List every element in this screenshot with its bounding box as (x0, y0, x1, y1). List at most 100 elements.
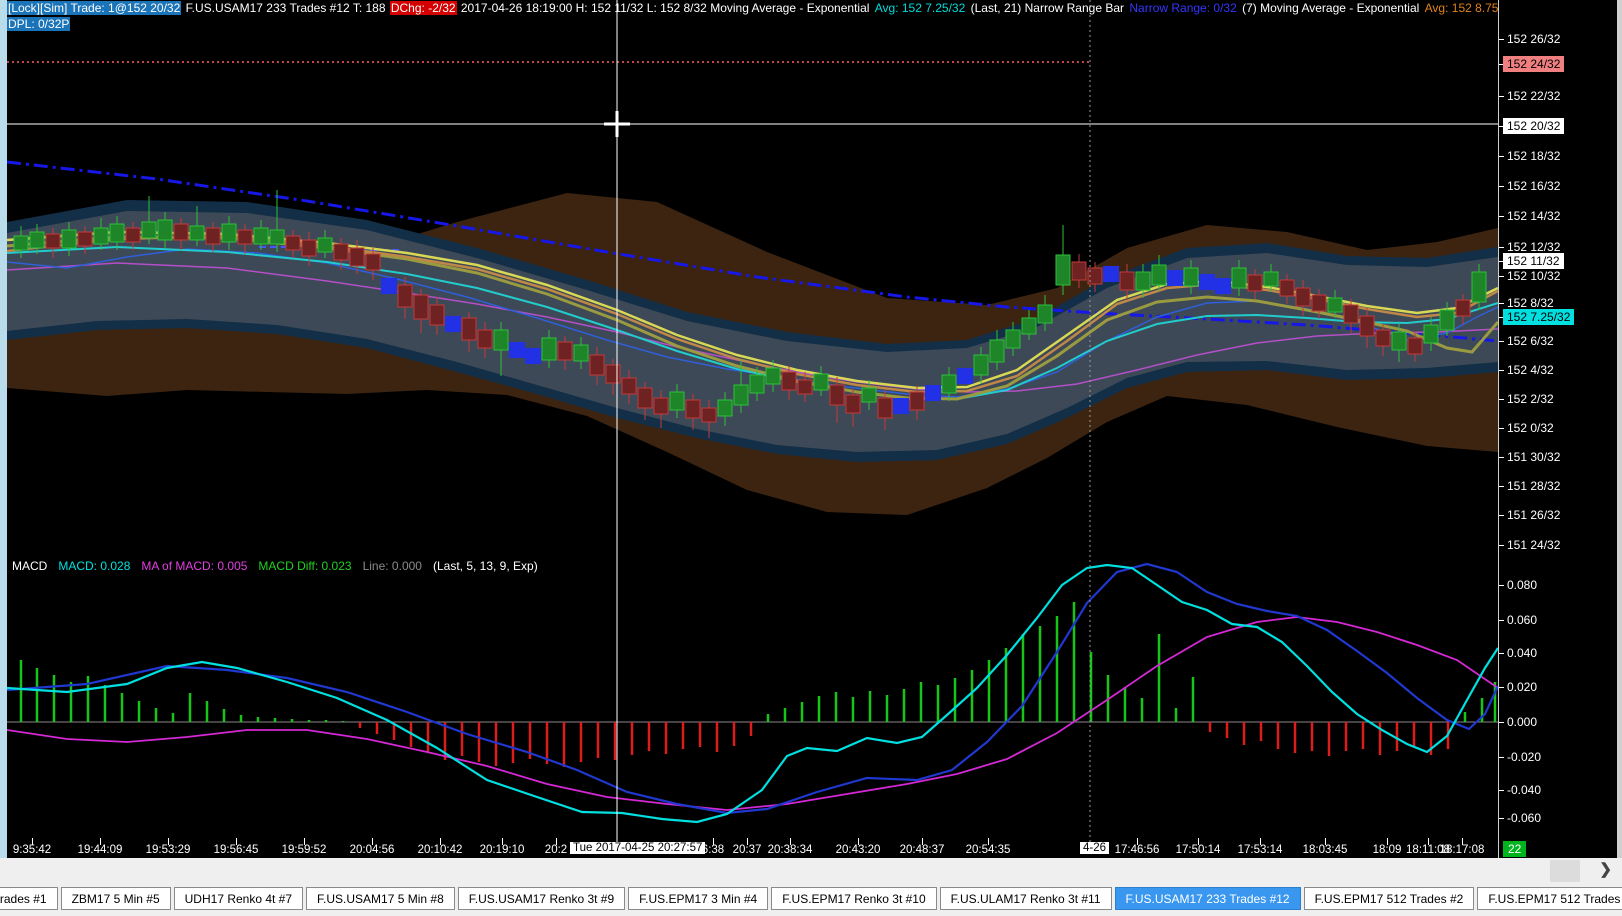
chart-tab[interactable]: F.US.ULAM17 Renko 3t #11 (939, 887, 1112, 910)
bar-count-badge: 22 (1503, 841, 1527, 857)
header-segment: Avg: 152 7.25/32 (874, 1, 966, 15)
candle-up (973, 354, 989, 376)
chart-tab[interactable]: Trades #1 (0, 887, 58, 910)
price-axis-label: 0.000 (1507, 715, 1538, 729)
header-segment: F.US.USAM17 233 Trades #12 T: 188 (182, 1, 389, 15)
candle-down (829, 384, 845, 406)
candle-up (717, 399, 733, 417)
price-axis-tick (1499, 457, 1504, 458)
time-axis-label: 18:09 (1372, 844, 1402, 856)
candle-down (845, 394, 861, 414)
candle-up (1327, 297, 1343, 313)
chart-tab[interactable]: F.US.USAM17 233 Trades #12 (1114, 887, 1301, 910)
candle-up (157, 219, 173, 241)
price-axis-tick (1499, 722, 1504, 723)
candle-up (1037, 304, 1053, 324)
candle-down (557, 341, 573, 361)
price-axis-tick (1499, 39, 1504, 40)
scrollbar-thumb[interactable] (1550, 860, 1580, 882)
price-axis-label: 0.020 (1507, 680, 1538, 694)
price-axis-tick (1499, 428, 1504, 429)
trading-platform-window: [Lock][Sim] Trade: 1@152 20/32 F.US.USAM… (0, 0, 1622, 916)
scroll-right-icon[interactable]: ❯ (1599, 860, 1612, 878)
price-axis-tick (1499, 216, 1504, 217)
chart-tab[interactable]: F.US.EPM17 512 Trades #2 (1303, 887, 1475, 910)
macd-label-segment: Line: 0.000 (362, 559, 422, 573)
candle-down (1359, 315, 1375, 337)
time-axis-label: 20:43:20 (835, 844, 881, 856)
price-axis-tick (1499, 515, 1504, 516)
chart-canvas[interactable] (7, 0, 1498, 845)
candle-down (173, 223, 189, 241)
candle-down (605, 364, 621, 384)
paintbar-blue (925, 385, 941, 401)
price-axis-label: 152 16/32 (1507, 179, 1561, 193)
price-axis-label: 0.040 (1507, 646, 1538, 660)
candle-up (573, 344, 589, 362)
candle-up (1231, 267, 1247, 289)
time-axis-label: 17:53:14 (1237, 844, 1283, 856)
paintbar-blue (1199, 274, 1215, 290)
time-axis-label: 9:35:42 (12, 844, 52, 856)
price-axis[interactable]: 22 152 26/32 152 24/32 152 22/32 152 20/32 1… (1498, 0, 1617, 858)
candle-down (477, 329, 493, 349)
price-axis-tick (1499, 620, 1504, 621)
chart-info-bar: [Lock][Sim] Trade: 1@152 20/32 F.US.USAM… (7, 0, 1498, 16)
candle-up (1183, 267, 1199, 287)
macd-label-segment: MACD: 0.028 (58, 559, 131, 573)
candle-down (461, 317, 477, 341)
paintbar-blue (1215, 278, 1231, 294)
price-axis-tick (1499, 186, 1504, 187)
chart-tab[interactable]: F.US.EPM17 Renko 3t #10 (771, 887, 937, 910)
paintbar-blue (445, 316, 461, 332)
macd-study-label: MACD MACD: 0.028 MA of MACD: 0.005 MACD Dif… (12, 559, 549, 573)
time-axis-label: 20:37 (732, 844, 762, 856)
chart-tab[interactable]: F.US.USAM17 5 Min #8 (306, 887, 455, 910)
chart-tab[interactable]: F.US.USAM17 Renko 3t #9 (457, 887, 626, 910)
session-date-label: 4-26 (1080, 842, 1110, 854)
price-axis-tick (1499, 790, 1504, 791)
price-axis-label: 152 7.25/32 (1503, 309, 1575, 325)
candle-down (621, 377, 637, 395)
candle-down (653, 397, 669, 415)
chart-panel[interactable]: [Lock][Sim] Trade: 1@152 20/32 F.US.USAM… (7, 0, 1498, 858)
paintbar-blue (525, 348, 541, 364)
candle-up (493, 329, 509, 351)
chart-tab-bar: Trades #1ZBM17 5 Min #5UDH17 Renko 4t #7… (0, 884, 1622, 916)
price-axis-label: 152 20/32 (1503, 118, 1565, 134)
time-axis-label: 19:59:52 (281, 844, 327, 856)
candle-down (285, 235, 301, 251)
chart-tab[interactable]: F.US.EPM17 512 Trades #13 (1477, 887, 1622, 910)
candle-up (989, 339, 1005, 363)
candle-down (781, 371, 797, 391)
time-axis-label: 20:54:35 (965, 844, 1011, 856)
candle-up (1021, 317, 1037, 335)
chart-tab[interactable]: F.US.EPM17 3 Min #4 (628, 887, 769, 910)
candle-down (1279, 279, 1295, 297)
candle-down (1247, 274, 1263, 292)
candle-up (1263, 271, 1279, 287)
candle-up (1391, 331, 1407, 351)
price-axis-label: 152 6/32 (1507, 334, 1554, 348)
horizontal-scrollbar[interactable]: ❯ (0, 858, 1622, 884)
candle-up (269, 229, 285, 245)
price-axis-tick (1499, 399, 1504, 400)
paintbar-blue (957, 368, 973, 384)
candle-up (61, 229, 77, 249)
price-axis-tick (1499, 370, 1504, 371)
header-segment: DPL: 0/32P (7, 17, 71, 31)
price-axis-label: 152 22/32 (1507, 89, 1561, 103)
macd-label-segment: MACD Diff: 0.023 (258, 559, 352, 573)
price-axis-label: -0.060 (1507, 811, 1542, 825)
time-axis-label: 20:10:42 (417, 844, 463, 856)
candle-down (237, 229, 253, 245)
candle-down (1375, 329, 1391, 347)
candle-up (29, 231, 45, 249)
price-axis-tick (1499, 247, 1504, 248)
header-segment: 2017-04-26 18:19:00 H: 152 11/32 L: 152 … (457, 1, 873, 15)
candle-down (1311, 294, 1327, 312)
candle-up (861, 387, 877, 403)
chart-tab[interactable]: ZBM17 5 Min #5 (60, 887, 171, 910)
candle-up (13, 235, 29, 251)
chart-tab[interactable]: UDH17 Renko 4t #7 (173, 887, 304, 910)
